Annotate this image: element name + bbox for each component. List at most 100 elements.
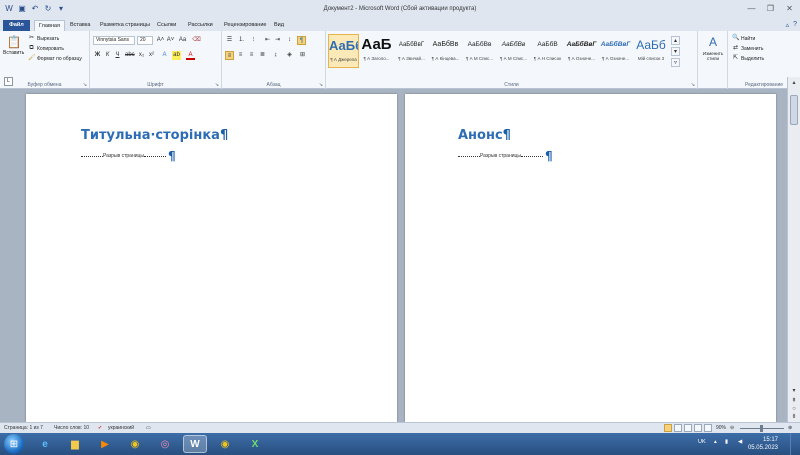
line-spacing-icon[interactable]: ↨ (271, 51, 280, 60)
word-count[interactable]: Число слов: 10 (54, 425, 89, 431)
chrome-window-icon[interactable]: ◉ (213, 435, 237, 453)
scroll-up-icon[interactable]: ▴ (790, 79, 798, 87)
page-heading[interactable]: Анонс¶ (458, 128, 511, 143)
word-taskbar-icon[interactable]: W (183, 435, 207, 453)
style-tile[interactable]: АаБбВв ¶ А Кінцева... (430, 34, 461, 68)
bullets-icon[interactable]: ☰ (225, 36, 234, 45)
media-player-icon[interactable]: ▶ (93, 435, 117, 453)
tab-insert[interactable]: Вставка (66, 20, 94, 31)
align-left-icon[interactable]: ≡ (225, 51, 234, 60)
tab-page-layout[interactable]: Разметка страницы (96, 20, 154, 31)
media-app-icon[interactable]: ◎ (153, 435, 177, 453)
shrink-font-icon[interactable]: A˅ (166, 36, 175, 45)
copy-button[interactable]: ⧉ Копировать (28, 45, 64, 52)
page-break-marker[interactable]: Разрыв страницы ¶ (458, 150, 553, 162)
show-desktop-button[interactable] (790, 433, 800, 455)
grow-font-icon[interactable]: A˄ (156, 36, 165, 45)
multilevel-list-icon[interactable]: ⁝ (249, 36, 258, 45)
page-heading[interactable]: Титульна·сторінка¶ (81, 128, 228, 143)
paragraph-dialog-launcher-icon[interactable]: ↘ (319, 82, 323, 88)
restore-icon[interactable]: ❐ (764, 3, 777, 14)
style-tile[interactable]: АаБбВв ¶ А М Спис... (464, 34, 495, 68)
vertical-scrollbar[interactable]: ▴ ▾ ⇞ ○ ⇟ (787, 77, 800, 422)
align-right-icon[interactable]: ≡ (247, 51, 256, 60)
font-size-combo[interactable]: 20 (137, 36, 153, 45)
styles-scroll-down-icon[interactable]: ▾ (671, 47, 680, 56)
style-tile[interactable]: АаБб Мій список 3 (634, 34, 668, 68)
decrease-indent-icon[interactable]: ⇤ (263, 36, 272, 45)
system-clock[interactable]: 15:17 05.05.2023 (748, 436, 778, 452)
select-button[interactable]: ⇱ Выделить (732, 55, 764, 62)
style-tile[interactable]: АаБбВвГ ¶ А Означе... (566, 34, 597, 68)
zoom-slider-thumb[interactable] (760, 425, 763, 432)
replace-button[interactable]: ⇄ Заменить (732, 45, 763, 52)
subscript-icon[interactable]: x₂ (137, 51, 146, 60)
clear-format-icon[interactable]: ⌫ (192, 36, 201, 45)
start-button-icon[interactable]: ⊞ (4, 434, 24, 454)
page-break-marker[interactable]: Разрыв страницы ¶ (81, 150, 176, 162)
increase-indent-icon[interactable]: ⇥ (273, 36, 282, 45)
style-tile[interactable]: АаБбВвГ ¶ А Звичай... (396, 34, 427, 68)
styles-dialog-launcher-icon[interactable]: ↘ (691, 82, 695, 88)
language-indicator[interactable]: украинский (108, 425, 134, 431)
document-page-2[interactable]: Анонс¶ Разрыв страницы ¶ (405, 94, 776, 422)
file-explorer-icon[interactable]: ▆ (63, 435, 87, 453)
macro-record-icon[interactable]: ▭ (146, 425, 151, 431)
previous-page-icon[interactable]: ⇞ (790, 397, 798, 405)
tab-view[interactable]: Вид (270, 20, 288, 31)
align-center-icon[interactable]: ≡ (236, 51, 245, 60)
shading-icon[interactable]: ◈ (285, 51, 294, 60)
font-dialog-launcher-icon[interactable]: ↘ (215, 82, 219, 88)
font-color-icon[interactable]: A (186, 51, 195, 60)
styles-scroll-up-icon[interactable]: ▴ (671, 36, 680, 45)
tray-expand-icon[interactable]: ▴ (714, 439, 717, 445)
zoom-in-icon[interactable]: ⊕ (788, 425, 792, 431)
font-name-combo[interactable]: Vinnytsia Sans (93, 36, 135, 45)
numbering-icon[interactable]: ⒈ (237, 36, 246, 45)
print-layout-view-icon[interactable] (664, 424, 672, 432)
document-page-1[interactable]: Титульна·сторінка¶ Разрыв страницы ¶ (26, 94, 397, 422)
zoom-level[interactable]: 90% (716, 425, 726, 431)
strikethrough-icon[interactable]: abc (125, 51, 135, 60)
tab-mailings[interactable]: Рассылки (184, 20, 217, 31)
tab-home[interactable]: Главная (34, 20, 65, 31)
draft-view-icon[interactable] (704, 424, 712, 432)
tab-references[interactable]: Ссылки (153, 20, 180, 31)
underline-icon[interactable]: Ч (113, 51, 122, 60)
scroll-down-icon[interactable]: ▾ (790, 387, 798, 395)
input-language[interactable]: UK (698, 439, 706, 445)
borders-icon[interactable]: ⊞ (298, 51, 307, 60)
change-case-icon[interactable]: Aa (178, 36, 187, 45)
ruler-toggle-icon[interactable]: L (4, 77, 13, 86)
chrome-icon[interactable]: ◉ (123, 435, 147, 453)
help-icon[interactable]: ? (793, 21, 797, 29)
superscript-icon[interactable]: x² (147, 51, 156, 60)
next-page-icon[interactable]: ⇟ (790, 413, 798, 421)
sort-icon[interactable]: ↕ (285, 36, 294, 45)
format-painter-button[interactable]: 🖌 Формат по образцу (28, 55, 82, 62)
paste-button[interactable]: 📋 Вставить (3, 35, 24, 56)
style-tile[interactable]: АаБбВв ¶ А М Спис... (498, 34, 529, 68)
change-styles-button[interactable]: A Изменить стили (700, 35, 726, 61)
collapse-ribbon-icon[interactable]: ▵ (786, 21, 790, 29)
highlight-icon[interactable]: ab (172, 51, 181, 60)
justify-icon[interactable]: ≣ (258, 51, 267, 60)
full-screen-view-icon[interactable] (674, 424, 682, 432)
minimize-icon[interactable]: — (745, 3, 758, 14)
find-button[interactable]: 🔍 Найти (732, 35, 755, 42)
page-count[interactable]: Страница: 1 из 7 (4, 425, 43, 431)
styles-more-icon[interactable]: ▿ (671, 58, 680, 67)
show-marks-icon[interactable]: ¶ (297, 36, 306, 45)
volume-icon[interactable]: ◀ (738, 439, 742, 445)
web-layout-view-icon[interactable] (684, 424, 692, 432)
tab-file[interactable]: Файл (3, 20, 30, 31)
style-tile[interactable]: АаБбВ ¶ А Н Список (532, 34, 563, 68)
browse-object-icon[interactable]: ○ (790, 405, 798, 413)
style-tile[interactable]: АаБ ¶ А Заголо... (361, 34, 392, 68)
style-tile[interactable]: АаБб ¶ А Джерела (328, 34, 359, 68)
cut-button[interactable]: ✂ Вырезать (28, 35, 59, 42)
outline-view-icon[interactable] (694, 424, 702, 432)
excel-taskbar-icon[interactable]: X (243, 435, 267, 453)
dialog-launcher-icon[interactable]: ↘ (83, 82, 87, 88)
bold-icon[interactable]: Ж (93, 51, 102, 60)
